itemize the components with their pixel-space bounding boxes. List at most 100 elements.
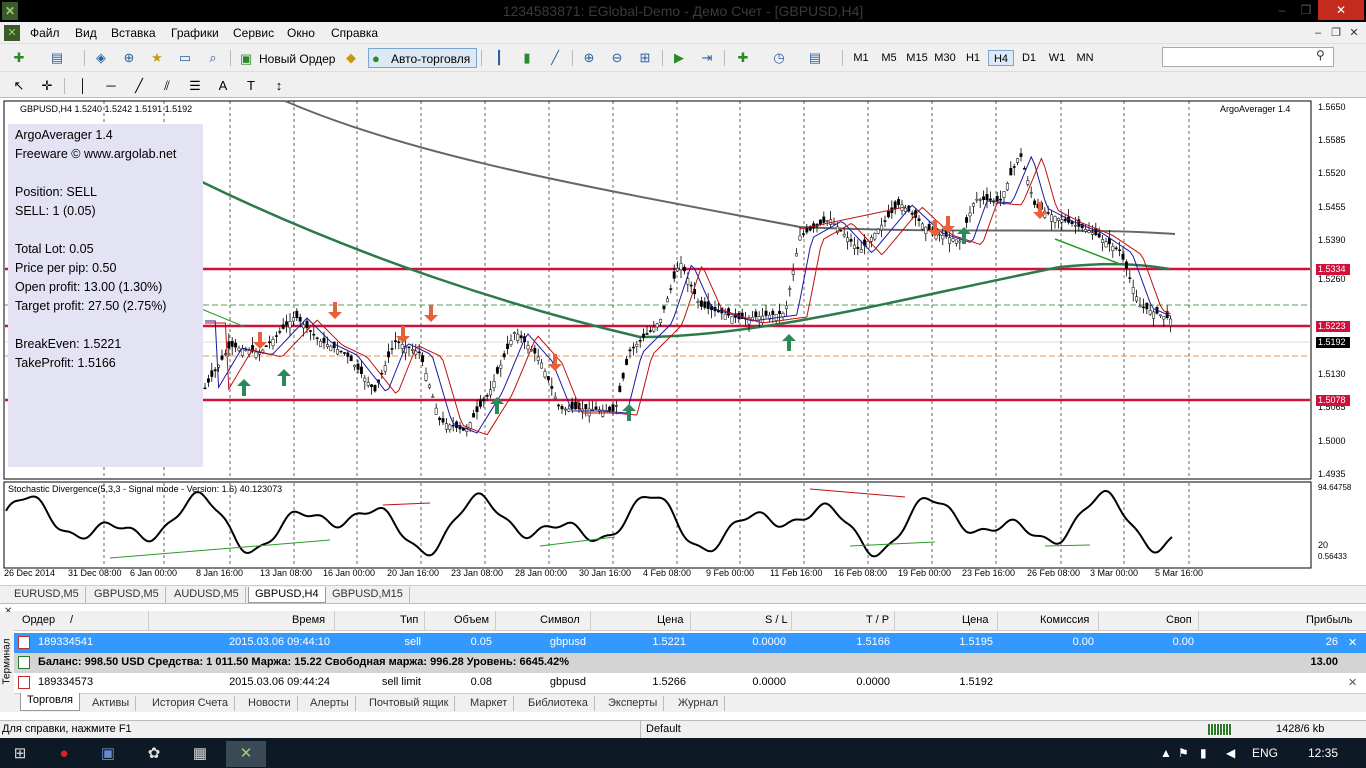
chart-window-icon[interactable]: ✕	[4, 25, 20, 41]
col-price[interactable]: Цена	[657, 614, 683, 626]
timeframe-h1[interactable]: H1	[960, 50, 986, 66]
tab-experts[interactable]: Эксперты	[602, 696, 665, 711]
autotrading-button[interactable]: ● Авто-торговля	[368, 48, 478, 68]
trendline-icon[interactable]: ╱	[128, 76, 150, 96]
save-app-icon[interactable]: ▣	[88, 741, 128, 767]
restore-icon[interactable]: ❐	[1296, 0, 1316, 20]
tab-library[interactable]: Библиотека	[522, 696, 595, 711]
tray-volume-icon[interactable]: ◀	[1226, 746, 1235, 760]
mdi-minimize-icon[interactable]: –	[1310, 25, 1326, 41]
col-sl[interactable]: S / L	[765, 614, 788, 626]
new-order-button[interactable]: ▣ Новый Ордер	[236, 48, 342, 68]
timeframe-w1[interactable]: W1	[1044, 50, 1070, 66]
chart-canvas[interactable]	[0, 99, 1366, 585]
col-profit[interactable]: Прибыль	[1306, 614, 1353, 626]
mdi-close-icon[interactable]: ✕	[1346, 25, 1362, 41]
bar-chart-icon[interactable]: ┃	[488, 48, 510, 68]
tab-gbpusd-m5[interactable]: GBPUSD,M5	[88, 587, 166, 603]
tab-alerts[interactable]: Алерты	[304, 696, 356, 711]
minimize-icon[interactable]: –	[1272, 0, 1292, 20]
fibonacci-icon[interactable]: ☰	[184, 76, 206, 96]
crosshair-icon[interactable]: ✛	[36, 76, 58, 96]
close-order-icon[interactable]: ✕	[1348, 676, 1357, 689]
tab-mailbox[interactable]: Почтовый ящик	[363, 696, 456, 711]
timeframe-mn[interactable]: MN	[1072, 50, 1098, 66]
menu-window[interactable]: Окно	[287, 26, 315, 40]
order-row-selected[interactable]: 189334541 2015.03.06 09:44:10 sell 0.05 …	[14, 633, 1366, 653]
paint-icon[interactable]: ✿	[134, 741, 174, 767]
channel-icon[interactable]: ⫽	[156, 76, 178, 96]
metatrader-task-icon[interactable]: ✕	[226, 741, 266, 767]
menu-file[interactable]: Файл	[30, 26, 60, 40]
timeframe-h4[interactable]: H4	[988, 50, 1014, 66]
menu-help[interactable]: Справка	[331, 26, 378, 40]
profiles-icon[interactable]: ▤	[46, 48, 68, 68]
col-time[interactable]: Время	[292, 614, 325, 626]
col-type[interactable]: Тип	[400, 614, 418, 626]
candlestick-icon[interactable]: ▮	[516, 48, 538, 68]
timeframe-m15[interactable]: M15	[904, 50, 930, 66]
search-icon[interactable]: ⚲	[1316, 48, 1325, 62]
new-chart-icon[interactable]: ✚	[8, 48, 30, 68]
close-window-button[interactable]: ✕	[1318, 0, 1364, 20]
data-window-icon[interactable]: ⊕	[118, 48, 140, 68]
tab-gbpusd-m15[interactable]: GBPUSD,M15	[326, 587, 410, 603]
timeframe-d1[interactable]: D1	[1016, 50, 1042, 66]
tab-journal[interactable]: Журнал	[672, 696, 726, 711]
calculator-icon[interactable]: ▦	[180, 741, 220, 767]
tray-arrow-icon[interactable]: ▲	[1160, 746, 1172, 760]
pending-order-row[interactable]: 189334573 2015.03.06 09:44:24 sell limit…	[14, 673, 1366, 693]
tab-market[interactable]: Маркет	[464, 696, 515, 711]
tab-exposure[interactable]: Активы	[86, 696, 137, 711]
vertical-line-icon[interactable]: │	[72, 76, 94, 96]
navigator-icon[interactable]: ★	[146, 48, 168, 68]
templates-icon[interactable]: ▤	[804, 48, 826, 68]
col-order[interactable]: Ордер	[22, 614, 55, 626]
tab-gbpusd-h4[interactable]: GBPUSD,H4	[248, 587, 326, 603]
start-icon[interactable]: ⊞	[0, 741, 40, 767]
price-chart[interactable]	[0, 99, 1366, 585]
tester-icon[interactable]: ⌕	[202, 48, 224, 68]
arrows-icon[interactable]: ↕	[268, 76, 290, 96]
tab-account-history[interactable]: История Счета	[146, 696, 236, 711]
line-chart-icon[interactable]: ╱	[544, 48, 566, 68]
tab-news[interactable]: Новости	[242, 696, 298, 711]
text-icon[interactable]: A	[212, 76, 234, 96]
auto-scroll-icon[interactable]: ▶	[668, 48, 690, 68]
zoom-in-icon[interactable]: ⊕	[578, 48, 600, 68]
menu-view[interactable]: Вид	[75, 26, 97, 40]
col-volume[interactable]: Объем	[454, 614, 489, 626]
metaeditor-icon[interactable]: ◆	[340, 48, 362, 68]
timeframe-m5[interactable]: M5	[876, 50, 902, 66]
tile-windows-icon[interactable]: ⊞	[634, 48, 656, 68]
timeframe-m1[interactable]: M1	[848, 50, 874, 66]
col-current-price[interactable]: Цена	[962, 614, 988, 626]
mdi-restore-icon[interactable]: ❐	[1328, 25, 1344, 41]
indicators-icon[interactable]: ✚	[732, 48, 754, 68]
text-label-icon[interactable]: T	[240, 76, 262, 96]
periods-icon[interactable]: ◷	[768, 48, 790, 68]
chart-shift-icon[interactable]: ⇥	[696, 48, 718, 68]
timeframe-m30[interactable]: M30	[932, 50, 958, 66]
terminal-icon[interactable]: ▭	[174, 48, 196, 68]
tray-language[interactable]: ENG	[1252, 746, 1278, 760]
tab-audusd-m5[interactable]: AUDUSD,M5	[168, 587, 246, 603]
tray-network-icon[interactable]: ▮	[1200, 746, 1207, 760]
tab-trade[interactable]: Торговля	[20, 693, 80, 711]
col-symbol[interactable]: Символ	[540, 614, 580, 626]
menu-charts[interactable]: Графики	[171, 26, 219, 40]
search-input[interactable]	[1162, 47, 1334, 67]
cursor-icon[interactable]: ↖	[8, 76, 30, 96]
menu-insert[interactable]: Вставка	[111, 26, 156, 40]
close-order-icon[interactable]: ✕	[1348, 636, 1357, 649]
tab-eurusd-m5[interactable]: EURUSD,M5	[8, 587, 86, 603]
col-tp[interactable]: T / P	[866, 614, 889, 626]
market-watch-icon[interactable]: ◈	[90, 48, 112, 68]
tray-clock[interactable]: 12:35	[1308, 746, 1338, 760]
col-sort[interactable]: /	[70, 614, 73, 626]
horizontal-line-icon[interactable]: ─	[100, 76, 122, 96]
zoom-out-icon[interactable]: ⊖	[606, 48, 628, 68]
col-commission[interactable]: Комиссия	[1040, 614, 1089, 626]
tray-flag-icon[interactable]: ⚑	[1178, 746, 1189, 760]
col-swap[interactable]: Своп	[1166, 614, 1192, 626]
